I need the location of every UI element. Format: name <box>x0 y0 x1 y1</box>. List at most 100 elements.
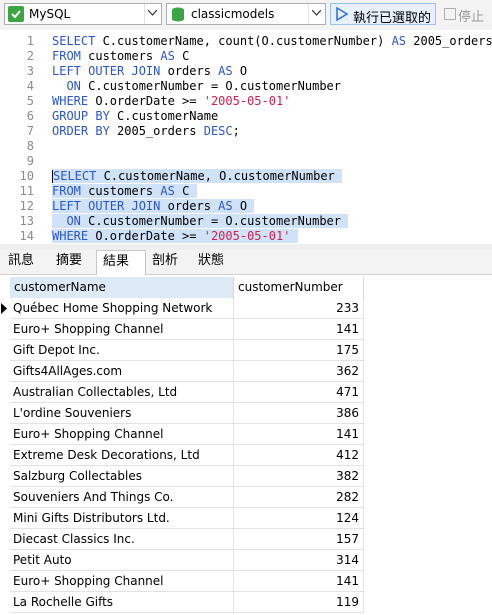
code-line[interactable]: 1 SELECT C.customerName, count(O.customer… <box>0 34 492 49</box>
cell-customername[interactable]: Diecast Classics Inc. <box>10 529 234 550</box>
line-number: 12 <box>19 199 34 213</box>
tab-messages[interactable]: 訊息 <box>2 250 40 273</box>
code-text: WHERE O.orderDate >= '2005-05-01' <box>52 94 291 108</box>
row-indicator <box>0 487 9 508</box>
table-row[interactable]: Gifts4AllAges.com 362 <box>0 361 364 382</box>
cell-customernumber[interactable]: 314 <box>234 550 364 571</box>
code-line[interactable]: 3 LEFT OUTER JOIN orders AS O <box>0 64 492 79</box>
cell-customernumber[interactable]: 141 <box>234 424 364 445</box>
line-number: 10 <box>19 169 34 183</box>
table-row[interactable]: Gift Depot Inc. 175 <box>0 340 364 361</box>
code-line[interactable]: 4 ON C.customerNumber = O.customerNumber <box>0 79 492 94</box>
table-row[interactable]: Euro+ Shopping Channel 141 <box>0 319 364 340</box>
table-row[interactable]: Québec Home Shopping Network 233 <box>0 298 364 319</box>
cell-customername[interactable]: L'ordine Souveniers <box>10 403 234 424</box>
table-row[interactable]: Euro+ Shopping Channel 141 <box>0 571 364 592</box>
cell-customername[interactable]: Euro+ Shopping Channel <box>10 424 234 445</box>
chevron-down-icon[interactable] <box>144 4 161 24</box>
row-indicator <box>0 445 9 466</box>
row-indicator <box>0 466 9 487</box>
tab-result-1[interactable]: 結果 1 <box>96 250 146 291</box>
line-number: 14 <box>19 229 34 243</box>
code-line[interactable]: 8 <box>0 139 492 154</box>
code-text: ORDER BY 2005_orders DESC; <box>52 124 240 138</box>
code-line[interactable]: 13 ON C.customerNumber = O.customerNumbe… <box>0 214 492 229</box>
mysql-connection-icon <box>8 6 24 22</box>
code-line[interactable]: 2 FROM customers AS C <box>0 49 492 64</box>
code-line[interactable]: 5 WHERE O.orderDate >= '2005-05-01' <box>0 94 492 109</box>
cell-customername[interactable]: Mini Gifts Distributors Ltd. <box>10 508 234 529</box>
cell-customernumber[interactable]: 233 <box>234 298 364 319</box>
column-header-customernumber[interactable]: customerNumber <box>234 277 364 298</box>
cell-customername[interactable]: Gifts4AllAges.com <box>10 361 234 382</box>
cell-customername[interactable]: Petit Auto <box>10 550 234 571</box>
code-text: ON C.customerNumber = O.customerNumber <box>66 79 341 93</box>
result-tabs: 訊息 摘要 結果 1 剖析 狀態 <box>0 250 492 291</box>
column-header-customername[interactable]: customerName <box>10 277 234 298</box>
toolbar: MySQL classicmodels 執行已選取的 停止 <box>0 0 492 31</box>
table-row[interactable]: Extreme Desk Decorations, Ltd 412 <box>0 445 364 466</box>
cell-customername[interactable]: Australian Collectables, Ltd <box>10 382 234 403</box>
table-row[interactable]: Diecast Classics Inc. 157 <box>0 529 364 550</box>
code-text: LEFT OUTER JOIN orders AS O <box>52 64 248 78</box>
cell-customernumber[interactable]: 119 <box>234 592 364 613</box>
cell-customername[interactable]: Québec Home Shopping Network <box>10 298 234 319</box>
code-line[interactable]: 9 <box>0 154 492 169</box>
stop-label: 停止 <box>458 10 485 25</box>
cell-customernumber[interactable]: 282 <box>234 487 364 508</box>
database-select[interactable]: classicmodels <box>166 3 326 25</box>
cell-customername[interactable]: Euro+ Shopping Channel <box>10 571 234 592</box>
tab-profile[interactable]: 剖析 <box>146 250 184 273</box>
line-number: 1 <box>26 34 34 48</box>
table-row[interactable]: Mini Gifts Distributors Ltd. 124 <box>0 508 364 529</box>
row-indicator <box>0 550 9 571</box>
cell-customername[interactable]: Euro+ Shopping Channel <box>10 319 234 340</box>
cell-customername[interactable]: Gift Depot Inc. <box>10 340 234 361</box>
cell-customernumber[interactable]: 382 <box>234 466 364 487</box>
code-text: FROM customers AS C <box>52 49 190 63</box>
chevron-down-icon[interactable] <box>308 4 325 24</box>
row-indicator <box>0 382 9 403</box>
cell-customernumber[interactable]: 124 <box>234 508 364 529</box>
code-text: GROUP BY C.customerName <box>52 109 219 123</box>
table-row[interactable]: Souveniers And Things Co. 282 <box>0 487 364 508</box>
cell-customernumber[interactable]: 386 <box>234 403 364 424</box>
cell-customernumber[interactable]: 141 <box>234 571 364 592</box>
code-text: SELECT C.customerName, O.customerNumber <box>52 169 342 183</box>
row-indicator <box>0 403 9 424</box>
tab-status[interactable]: 狀態 <box>192 250 230 273</box>
code-line[interactable]: 10 SELECT C.customerName, O.customerNumbe… <box>0 169 492 184</box>
table-row[interactable]: La Rochelle Gifts 119 <box>0 592 364 613</box>
stop-button[interactable]: 停止 <box>440 3 490 25</box>
line-number: 8 <box>26 139 34 153</box>
tab-summary[interactable]: 摘要 <box>50 250 88 273</box>
table-row[interactable]: Petit Auto 314 <box>0 550 364 571</box>
code-line[interactable]: 6 GROUP BY C.customerName <box>0 109 492 124</box>
cell-customernumber[interactable]: 471 <box>234 382 364 403</box>
line-number: 4 <box>26 79 34 93</box>
database-name: classicmodels <box>191 7 275 21</box>
code-line[interactable]: 11 FROM customers AS C <box>0 184 492 199</box>
cell-customername[interactable]: Salzburg Collectables <box>10 466 234 487</box>
code-line[interactable]: 14 WHERE O.orderDate >= '2005-05-01' <box>0 229 492 244</box>
code-line[interactable]: 7 ORDER BY 2005_orders DESC; <box>0 124 492 139</box>
cell-customernumber[interactable]: 175 <box>234 340 364 361</box>
cell-customernumber[interactable]: 362 <box>234 361 364 382</box>
sql-editor[interactable]: 1 SELECT C.customerName, count(O.customer… <box>0 30 492 244</box>
cell-customernumber[interactable]: 157 <box>234 529 364 550</box>
cell-customernumber[interactable]: 141 <box>234 319 364 340</box>
code-line[interactable]: 12 LEFT OUTER JOIN orders AS O <box>0 199 492 214</box>
table-row[interactable]: Australian Collectables, Ltd 471 <box>0 382 364 403</box>
cell-customername[interactable]: La Rochelle Gifts <box>10 592 234 613</box>
table-row[interactable]: Euro+ Shopping Channel 141 <box>0 424 364 445</box>
cell-customername[interactable]: Extreme Desk Decorations, Ltd <box>10 445 234 466</box>
cell-customernumber[interactable]: 412 <box>234 445 364 466</box>
result-grid: customerName customerNumber Québec Home … <box>0 275 492 615</box>
run-selected-label: 執行已選取的 <box>353 11 432 26</box>
connection-select[interactable]: MySQL <box>4 3 162 25</box>
run-selected-button[interactable]: 執行已選取的 <box>330 3 436 26</box>
table-row[interactable]: Salzburg Collectables 382 <box>0 466 364 487</box>
table-row[interactable]: L'ordine Souveniers 386 <box>0 403 364 424</box>
cell-customername[interactable]: Souveniers And Things Co. <box>10 487 234 508</box>
code-text: LEFT OUTER JOIN orders AS O <box>52 199 255 213</box>
